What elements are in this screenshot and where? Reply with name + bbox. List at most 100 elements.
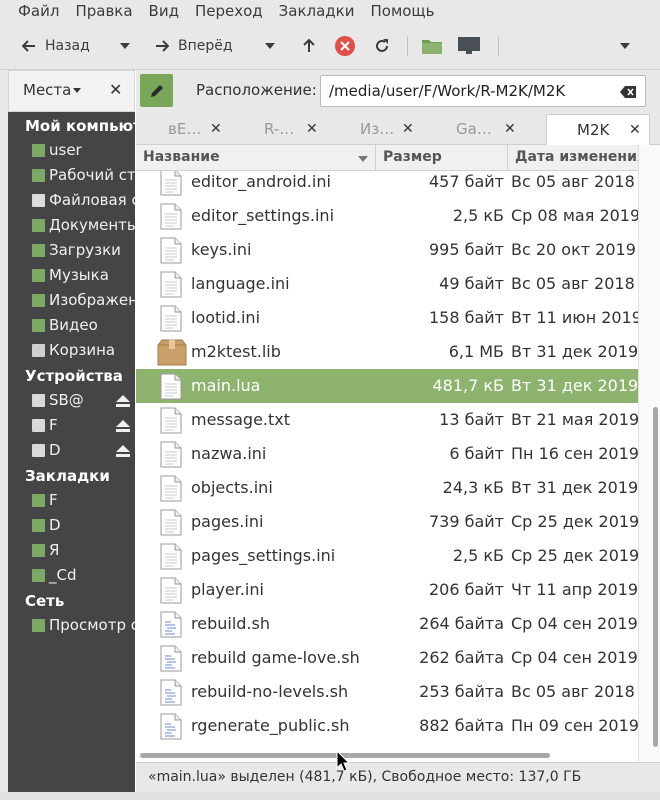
close-tab-icon[interactable]: ✕: [504, 121, 516, 137]
text-file-icon: [160, 543, 182, 574]
table-row[interactable]: objects.ini 24,3 кБ Вт 31 дек 2019: [136, 471, 638, 505]
close-sidebar-icon[interactable]: ✕: [109, 80, 122, 99]
close-tab-icon[interactable]: ✕: [210, 121, 222, 137]
forward-history-dropdown[interactable]: [265, 32, 275, 60]
menu-item[interactable]: Файл: [18, 2, 59, 20]
file-size: 49 байт: [439, 274, 504, 293]
column-size-label: Размер: [383, 149, 442, 165]
sidebar-item[interactable]: Файловая система: [32, 190, 135, 210]
sidebar-item[interactable]: Я: [32, 540, 135, 560]
home-button[interactable]: [421, 32, 443, 60]
table-row[interactable]: lootid.ini 158 байт Вт 11 июн 2019: [136, 301, 638, 335]
column-header-date[interactable]: Дата изменения: [508, 145, 638, 171]
sidebar-item[interactable]: user: [32, 140, 135, 160]
script-file-icon: [160, 611, 182, 642]
sidebar-item[interactable]: Просмотр сети: [32, 615, 135, 635]
menu-item[interactable]: Правка: [75, 2, 132, 20]
vertical-scrollbar[interactable]: [638, 145, 660, 762]
forward-button[interactable]: Вперёд: [155, 32, 233, 60]
toggle-location-edit-button[interactable]: [140, 74, 173, 107]
sidebar-item[interactable]: F: [32, 415, 135, 435]
file-size: 2,5 кБ: [452, 546, 504, 565]
eject-icon[interactable]: [116, 418, 130, 435]
table-row[interactable]: player.ini 206 байт Чт 11 апр 2019: [136, 573, 638, 607]
folder-icon: [32, 568, 45, 582]
window-left-edge: [0, 70, 8, 792]
table-row[interactable]: pages_settings.ini 2,5 кБ Ср 25 дек 2019: [136, 539, 638, 573]
back-history-dropdown[interactable]: [120, 32, 130, 60]
location-bar: Расположение: /media/user/F/Work/R-M2K/M…: [136, 70, 660, 112]
table-row[interactable]: rebuild game-love.sh 262 байта Ср 04 сен 2…: [136, 641, 638, 675]
vertical-scrollbar-thumb[interactable]: [653, 407, 658, 747]
tab[interactable]: R-… ✕: [232, 114, 328, 145]
sidebar-item[interactable]: Корзина: [32, 340, 135, 360]
toolbar-separator: [407, 36, 408, 56]
table-row[interactable]: editor_android.ini 457 байт Вс 05 авг 2018: [136, 171, 638, 199]
file-size: 995 байт: [428, 240, 504, 259]
close-tab-icon[interactable]: ✕: [629, 122, 641, 138]
close-tab-icon[interactable]: ✕: [306, 121, 318, 137]
downloads-folder-icon: [32, 243, 45, 257]
mouse-cursor-icon: [336, 750, 350, 772]
horizontal-scrollbar[interactable]: [136, 748, 638, 762]
table-row[interactable]: message.txt 13 байт Вт 21 мая 2019: [136, 403, 638, 437]
eject-icon[interactable]: [116, 443, 130, 460]
sidebar-item[interactable]: F: [32, 490, 135, 510]
status-bar: «main.lua» выделен (481,7 кБ), Свободное…: [136, 762, 660, 792]
file-size: 739 байт: [428, 512, 504, 531]
sidebar-item[interactable]: SB@: [32, 390, 135, 410]
sidebar-item[interactable]: Изображения: [32, 290, 135, 310]
table-row[interactable]: language.ini 49 байт Вс 05 авг 2018: [136, 267, 638, 301]
table-row[interactable]: pages.ini 739 байт Ср 25 дек 2019: [136, 505, 638, 539]
table-row[interactable]: rebuild-no-levels.sh 253 байта Вс 05 авг 2…: [136, 675, 638, 709]
column-header-name[interactable]: Название: [136, 145, 376, 171]
menu-bar: Файл Правка Вид Переход Закладки Помощь: [0, 0, 660, 22]
menu-item[interactable]: Вид: [149, 2, 179, 20]
reload-button[interactable]: [374, 32, 390, 60]
close-tab-icon[interactable]: ✕: [402, 121, 414, 137]
sidebar-item[interactable]: Загрузки: [32, 240, 135, 260]
sidebar-item[interactable]: D: [32, 440, 135, 460]
music-folder-icon: [32, 268, 45, 282]
file-name: player.ini: [191, 580, 264, 599]
location-label: Расположение:: [196, 81, 317, 99]
table-row[interactable]: keys.ini 995 байт Вс 20 окт 2019: [136, 233, 638, 267]
file-date: Пн 09 сен 2019: [511, 716, 638, 735]
tab[interactable]: Из… ✕: [328, 114, 424, 145]
tab[interactable]: Ga… ✕: [424, 114, 526, 145]
sidebar-item[interactable]: Видео: [32, 315, 135, 335]
sidebar-item[interactable]: D: [32, 515, 135, 535]
computer-button[interactable]: [457, 32, 481, 60]
up-button[interactable]: [302, 32, 316, 60]
back-button[interactable]: Назад: [22, 32, 90, 60]
location-input[interactable]: /media/user/F/Work/R-M2K/M2K: [320, 75, 646, 107]
menu-item[interactable]: Закладки: [279, 2, 355, 20]
sidebar-item[interactable]: _Cd: [32, 565, 135, 585]
table-row[interactable]: m2ktest.lib 6,1 МБ Вт 31 дек 2019: [136, 335, 638, 369]
network-icon: [32, 618, 45, 632]
eject-icon[interactable]: [116, 393, 130, 410]
table-row[interactable]: rebuild.sh 264 байта Ср 04 сен 2019: [136, 607, 638, 641]
sidebar-header: Места ✕: [8, 70, 135, 112]
toolbar-more-dropdown[interactable]: [620, 32, 630, 60]
tab[interactable]: вЕ… ✕: [136, 114, 232, 145]
file-size: 2,5 кБ: [452, 206, 504, 225]
sidebar-item[interactable]: Рабочий стол: [32, 165, 135, 185]
clear-location-icon[interactable]: [620, 83, 636, 102]
column-header-size[interactable]: Размер: [376, 145, 508, 171]
table-row[interactable]: editor_settings.ini 2,5 кБ Ср 08 мая 2019: [136, 199, 638, 233]
menu-item[interactable]: Переход: [195, 2, 263, 20]
sidebar-item[interactable]: Музыка: [32, 265, 135, 285]
drive-icon: [32, 443, 45, 457]
table-row-selected[interactable]: main.lua 481,7 кБ Вт 31 дек 2019: [136, 369, 638, 403]
tab-active[interactable]: M2K ✕: [546, 114, 650, 145]
file-name: main.lua: [191, 376, 261, 395]
table-row[interactable]: nazwa.ini 6 байт Пн 16 сен 2019: [136, 437, 638, 471]
sidebar-item[interactable]: Документы: [32, 215, 135, 235]
places-dropdown[interactable]: Места: [23, 81, 71, 99]
stop-button[interactable]: [335, 32, 355, 60]
stop-icon: [335, 36, 355, 56]
text-file-icon: [160, 203, 182, 234]
menu-item[interactable]: Помощь: [370, 2, 434, 20]
table-row[interactable]: rgenerate_public.sh 882 байта Пн 09 сен 20…: [136, 709, 638, 743]
